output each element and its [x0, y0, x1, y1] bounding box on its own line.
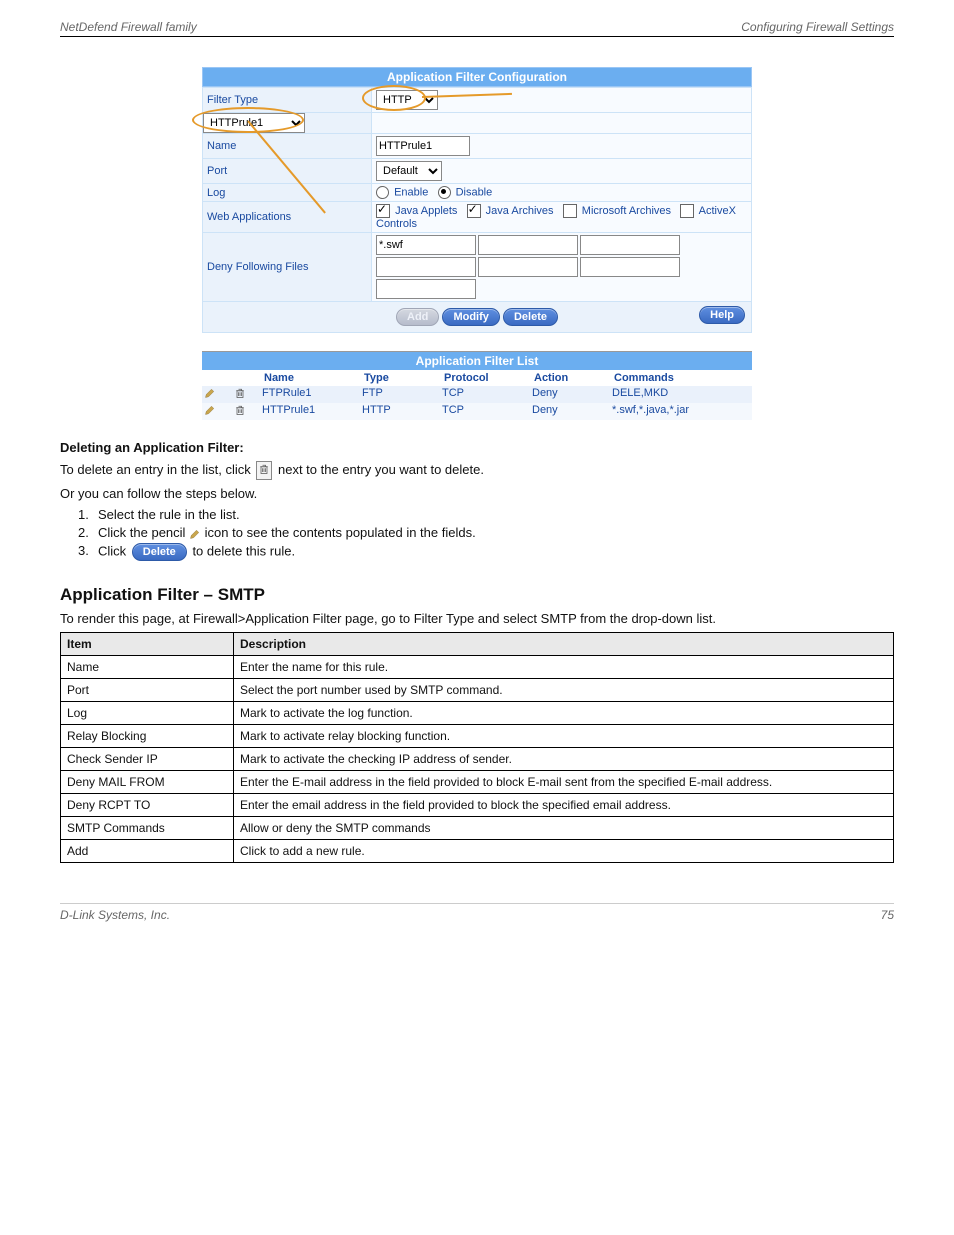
help-button[interactable]: Help — [699, 306, 745, 324]
flt-desc: Mark to activate relay blocking function… — [234, 725, 894, 748]
col-protocol: Protocol — [442, 372, 532, 384]
list-title: Application Filter List — [202, 352, 752, 370]
th-item: Item — [61, 633, 234, 656]
col-commands: Commands — [612, 372, 752, 384]
step-3a: Click — [98, 543, 130, 558]
java-archives-label: Java Archives — [486, 205, 554, 217]
ms-archives-label: Microsoft Archives — [582, 205, 671, 217]
cell-action: Deny — [532, 387, 612, 402]
deny-file-input-3[interactable] — [580, 235, 680, 255]
table-row: HTTPrule1 HTTP TCP Deny *.swf,*.java,*.j… — [202, 403, 752, 420]
flt-item: Port — [61, 679, 234, 702]
step-3b: to delete this rule. — [192, 543, 295, 558]
col-type: Type — [362, 372, 442, 384]
flt-item: Log — [61, 702, 234, 725]
log-label: Log — [203, 184, 372, 202]
java-applets-checkbox[interactable] — [376, 204, 390, 218]
flt-item: Check Sender IP — [61, 748, 234, 771]
log-enable-label: Enable — [394, 186, 428, 198]
deleting-filter-heading: Deleting an Application Filter: — [60, 440, 244, 455]
deny-files-label: Deny Following Files — [203, 233, 372, 302]
footer-left: D-Link Systems, Inc. — [60, 908, 170, 922]
edit-icon[interactable] — [204, 404, 216, 416]
page-number: 75 — [881, 908, 894, 922]
filter-type-label: Filter Type — [203, 88, 372, 113]
flt-desc: Mark to activate the checking IP address… — [234, 748, 894, 771]
pencil-icon — [189, 528, 201, 540]
flt-item: Deny MAIL FROM — [61, 771, 234, 794]
app-filter-config: Application Filter Configuration Filter … — [202, 67, 752, 333]
cell-protocol: TCP — [442, 387, 532, 402]
port-label: Port — [203, 159, 372, 184]
smtp-description-table: Item Description NameEnter the name for … — [60, 632, 894, 863]
cell-name: FTPRule1 — [262, 387, 362, 402]
delete-button-inline: Delete — [132, 543, 187, 561]
cell-type: FTP — [362, 387, 442, 402]
smtp-intro: To render this page, at Firewall>Applica… — [60, 611, 894, 626]
deny-file-input-7[interactable] — [376, 279, 476, 299]
flt-desc: Enter the E-mail address in the field pr… — [234, 771, 894, 794]
port-select[interactable]: Default — [376, 161, 442, 181]
modify-button[interactable]: Modify — [442, 308, 499, 326]
config-title: Application Filter Configuration — [202, 67, 752, 87]
app-filter-list: Application Filter List Name Type Protoc… — [202, 351, 752, 420]
edit-icon[interactable] — [204, 387, 216, 399]
flt-item: SMTP Commands — [61, 817, 234, 840]
name-label: Name — [203, 134, 372, 159]
col-name: Name — [262, 372, 362, 384]
rule-selector[interactable]: HTTPrule1 — [203, 113, 305, 133]
flt-item: Relay Blocking — [61, 725, 234, 748]
table-row: FTPRule1 FTP TCP Deny DELE,MKD — [202, 386, 752, 403]
delete-text-b: next to the entry you want to delete. — [278, 462, 484, 477]
flt-item: Deny RCPT TO — [61, 794, 234, 817]
filter-type-select[interactable]: HTTP — [376, 90, 438, 110]
step-1: Select the rule in the list. — [98, 507, 240, 522]
log-disable-label: Disable — [456, 186, 493, 198]
step-2a: Click the pencil — [98, 525, 189, 540]
deny-file-input-5[interactable] — [478, 257, 578, 277]
webapps-label: Web Applications — [203, 202, 372, 233]
log-enable-radio[interactable] — [376, 186, 389, 199]
cell-type: HTTP — [362, 404, 442, 419]
doc-title-right: Configuring Firewall Settings — [741, 20, 894, 34]
delete-text-2: Or you can follow the steps below. — [60, 486, 894, 501]
col-action: Action — [532, 372, 612, 384]
deny-file-input-1[interactable] — [376, 235, 476, 255]
cell-commands: *.swf,*.java,*.jar — [612, 404, 752, 419]
flt-item: Add — [61, 840, 234, 863]
delete-button[interactable]: Delete — [503, 308, 558, 326]
flt-desc: Enter the email address in the field pro… — [234, 794, 894, 817]
step-2b: icon to see the contents populated in th… — [205, 525, 476, 540]
add-button[interactable]: Add — [396, 308, 439, 326]
cell-commands: DELE,MKD — [612, 387, 752, 402]
cell-action: Deny — [532, 404, 612, 419]
trash-icon[interactable] — [234, 387, 246, 399]
ms-archives-checkbox[interactable] — [563, 204, 577, 218]
deny-file-input-2[interactable] — [478, 235, 578, 255]
flt-item: Name — [61, 656, 234, 679]
name-input[interactable] — [376, 136, 470, 156]
flt-desc: Allow or deny the SMTP commands — [234, 817, 894, 840]
flt-desc: Enter the name for this rule. — [234, 656, 894, 679]
cell-protocol: TCP — [442, 404, 532, 419]
flt-desc: Select the port number used by SMTP comm… — [234, 679, 894, 702]
doc-title-left: NetDefend Firewall family — [60, 20, 197, 34]
java-archives-checkbox[interactable] — [467, 204, 481, 218]
th-desc: Description — [234, 633, 894, 656]
deny-file-input-4[interactable] — [376, 257, 476, 277]
java-applets-label: Java Applets — [395, 205, 457, 217]
flt-desc: Click to add a new rule. — [234, 840, 894, 863]
log-disable-radio[interactable] — [438, 186, 451, 199]
section-heading-smtp: Application Filter – SMTP — [60, 585, 894, 605]
deny-file-input-6[interactable] — [580, 257, 680, 277]
trash-icon — [256, 461, 272, 480]
trash-icon[interactable] — [234, 404, 246, 416]
delete-text-a: To delete an entry in the list, click — [60, 462, 254, 477]
cell-name: HTTPrule1 — [262, 404, 362, 419]
activex-checkbox[interactable] — [680, 204, 694, 218]
flt-desc: Mark to activate the log function. — [234, 702, 894, 725]
